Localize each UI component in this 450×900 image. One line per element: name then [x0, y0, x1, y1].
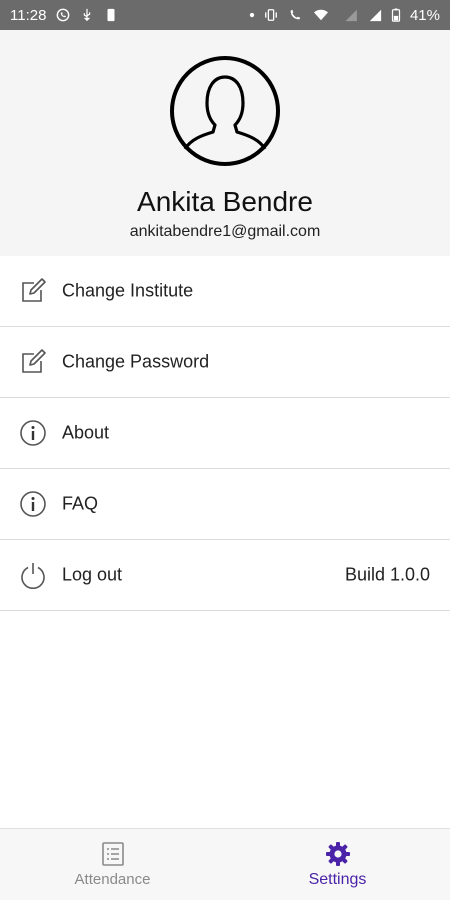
edit-icon	[22, 278, 46, 302]
lte-signal-icon	[345, 9, 357, 22]
usb-icon	[84, 8, 91, 22]
signal-icon	[369, 9, 382, 22]
profile-name: Ankita Bendre	[137, 186, 313, 217]
whatsapp-icon	[57, 8, 70, 22]
bottom-nav: Attendance Settings	[0, 828, 450, 900]
status-bar: 11:28 41%	[0, 0, 450, 30]
user-avatar-icon	[170, 56, 280, 166]
power-icon	[21, 563, 45, 589]
tab-attendance[interactable]: Attendance	[0, 829, 225, 900]
menu-item-label: Log out	[62, 564, 123, 585]
tab-label: Attendance	[74, 871, 151, 888]
build-version: Build 1.0.0	[344, 564, 430, 585]
profile-email: ankitabendre1@gmail.com	[129, 223, 321, 240]
menu-item-about[interactable]: About	[0, 398, 450, 469]
menu-item-label: Change Password	[62, 351, 210, 372]
battery-percent: 41%	[409, 6, 440, 24]
profile-header: Ankita Bendre ankitabendre1@gmail.com	[0, 30, 450, 256]
phone-icon	[107, 8, 115, 22]
battery-icon	[391, 8, 401, 22]
dot-icon	[249, 12, 255, 18]
menu-item-label: Change Institute	[62, 280, 194, 301]
edit-icon	[22, 349, 46, 373]
menu-item-log-out[interactable]: Log out Build 1.0.0	[0, 540, 450, 611]
tab-label: Settings	[308, 870, 367, 888]
menu-item-faq[interactable]: FAQ	[0, 469, 450, 540]
tab-settings[interactable]: Settings	[225, 829, 450, 900]
menu-item-change-password[interactable]: Change Password	[0, 327, 450, 398]
status-time: 11:28	[10, 6, 47, 24]
settings-menu: Change Institute Change Password About F…	[0, 256, 450, 611]
menu-item-change-institute[interactable]: Change Institute	[0, 256, 450, 327]
lte-call-icon	[290, 9, 301, 20]
wifi-icon	[313, 9, 328, 21]
list-icon	[101, 842, 124, 866]
info-icon	[20, 420, 46, 446]
menu-item-label: About	[62, 422, 110, 443]
gear-icon	[325, 841, 350, 866]
info-icon	[20, 491, 46, 517]
vibrate-icon	[265, 9, 277, 21]
menu-item-label: FAQ	[62, 493, 99, 514]
